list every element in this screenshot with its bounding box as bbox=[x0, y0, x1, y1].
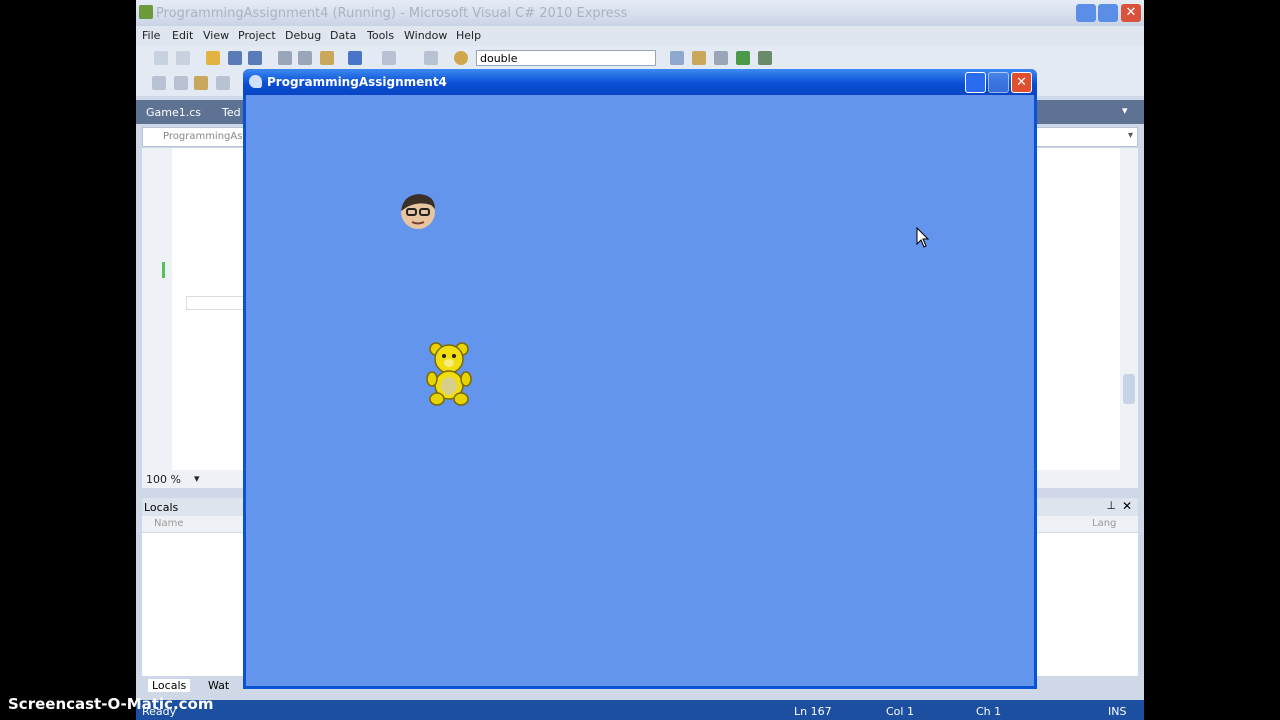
menu-view[interactable]: View bbox=[203, 29, 229, 42]
change-marker bbox=[162, 262, 165, 278]
teddy-bear-sprite bbox=[426, 342, 472, 406]
game-minimize-button[interactable] bbox=[965, 72, 986, 93]
properties-icon[interactable] bbox=[692, 51, 706, 65]
save-icon[interactable] bbox=[228, 51, 242, 65]
toolbar-icon-3[interactable] bbox=[194, 76, 208, 90]
tab-watch[interactable]: Wat bbox=[208, 679, 229, 692]
menu-project[interactable]: Project bbox=[238, 29, 276, 42]
game-window[interactable]: ProgrammingAssignment4 ✕ bbox=[243, 69, 1037, 689]
chevron-down-icon: ▾ bbox=[1127, 130, 1133, 141]
vs-close-button[interactable]: ✕ bbox=[1121, 4, 1141, 22]
redo-icon[interactable] bbox=[382, 51, 396, 65]
solution-config-dropdown[interactable]: double bbox=[476, 50, 656, 66]
start-debugging-icon[interactable] bbox=[424, 51, 438, 65]
tab-locals[interactable]: Locals bbox=[148, 679, 191, 692]
start-page-icon[interactable] bbox=[758, 51, 772, 65]
pin-icon[interactable]: ⊥ bbox=[1106, 499, 1116, 512]
editor-gutter bbox=[142, 148, 172, 470]
locals-title: Locals bbox=[144, 501, 179, 514]
tab-overflow-icon[interactable]: ▾ bbox=[1122, 104, 1128, 117]
vs-minimize-button[interactable] bbox=[1076, 4, 1096, 22]
menu-debug[interactable]: Debug bbox=[285, 29, 321, 42]
toolbar-icon-2[interactable] bbox=[174, 76, 188, 90]
tab-ted[interactable]: Ted bbox=[222, 106, 241, 119]
chevron-down-icon[interactable]: ▾ bbox=[194, 472, 200, 485]
new-project-icon[interactable] bbox=[154, 51, 168, 65]
game-maximize-button[interactable] bbox=[988, 72, 1009, 93]
menu-file[interactable]: File bbox=[142, 29, 160, 42]
status-column: Col 1 bbox=[886, 705, 914, 718]
current-line-highlight bbox=[186, 296, 248, 310]
add-item-icon[interactable] bbox=[176, 51, 190, 65]
undo-icon[interactable] bbox=[348, 51, 362, 65]
paste-icon[interactable] bbox=[320, 51, 334, 65]
vs-window-title: ProgrammingAssignment4 (Running) - Micro… bbox=[156, 6, 628, 21]
vs-maximize-button[interactable] bbox=[1098, 4, 1118, 22]
game-title-bar[interactable]: ProgrammingAssignment4 ✕ bbox=[243, 69, 1037, 95]
game-window-title: ProgrammingAssignment4 bbox=[267, 75, 447, 89]
face-sprite bbox=[401, 194, 435, 229]
tab-game1-cs[interactable]: Game1.cs bbox=[146, 106, 201, 119]
status-char: Ch 1 bbox=[976, 705, 1002, 718]
menu-tools[interactable]: Tools bbox=[367, 29, 394, 42]
menu-edit[interactable]: Edit bbox=[172, 29, 193, 42]
status-line: Ln 167 bbox=[794, 705, 832, 718]
nav-dropdown-value: ProgrammingAssi bbox=[163, 131, 251, 142]
menu-data[interactable]: Data bbox=[330, 29, 356, 42]
open-icon[interactable] bbox=[206, 51, 220, 65]
menu-help[interactable]: Help bbox=[456, 29, 481, 42]
menu-window[interactable]: Window bbox=[404, 29, 447, 42]
solution-explorer-icon[interactable] bbox=[670, 51, 684, 65]
toolbar-icon-1[interactable] bbox=[152, 76, 166, 90]
col-name[interactable]: Name bbox=[154, 518, 184, 529]
scroll-thumb[interactable] bbox=[1123, 374, 1135, 404]
vs-menu-bar: File Edit View Project Debug Data Tools … bbox=[136, 26, 1144, 46]
cut-icon[interactable] bbox=[278, 51, 292, 65]
toolbox-icon[interactable] bbox=[714, 51, 728, 65]
game-canvas[interactable] bbox=[246, 95, 1034, 686]
save-all-icon[interactable] bbox=[248, 51, 262, 65]
find-icon[interactable] bbox=[454, 51, 468, 65]
vs-title-bar: ProgrammingAssignment4 (Running) - Micro… bbox=[136, 0, 1144, 26]
game-window-icon bbox=[249, 75, 262, 88]
vs-status-bar: Ready Ln 167 Col 1 Ch 1 INS bbox=[136, 700, 1144, 720]
col-lang[interactable]: Lang bbox=[1092, 518, 1116, 529]
toolbar-icon-4[interactable] bbox=[216, 76, 230, 90]
editor-vertical-scrollbar[interactable] bbox=[1120, 148, 1138, 470]
status-insert-mode: INS bbox=[1108, 705, 1127, 718]
extension-manager-icon[interactable] bbox=[736, 51, 750, 65]
zoom-level[interactable]: 100 % bbox=[146, 473, 181, 486]
screencast-watermark: Screencast-O-Matic.com bbox=[8, 695, 214, 713]
copy-icon[interactable] bbox=[298, 51, 312, 65]
panel-close-icon[interactable]: ✕ bbox=[1122, 499, 1132, 513]
game-close-button[interactable]: ✕ bbox=[1011, 72, 1032, 93]
mouse-cursor-icon bbox=[916, 227, 930, 248]
vs-app-icon bbox=[139, 5, 153, 19]
